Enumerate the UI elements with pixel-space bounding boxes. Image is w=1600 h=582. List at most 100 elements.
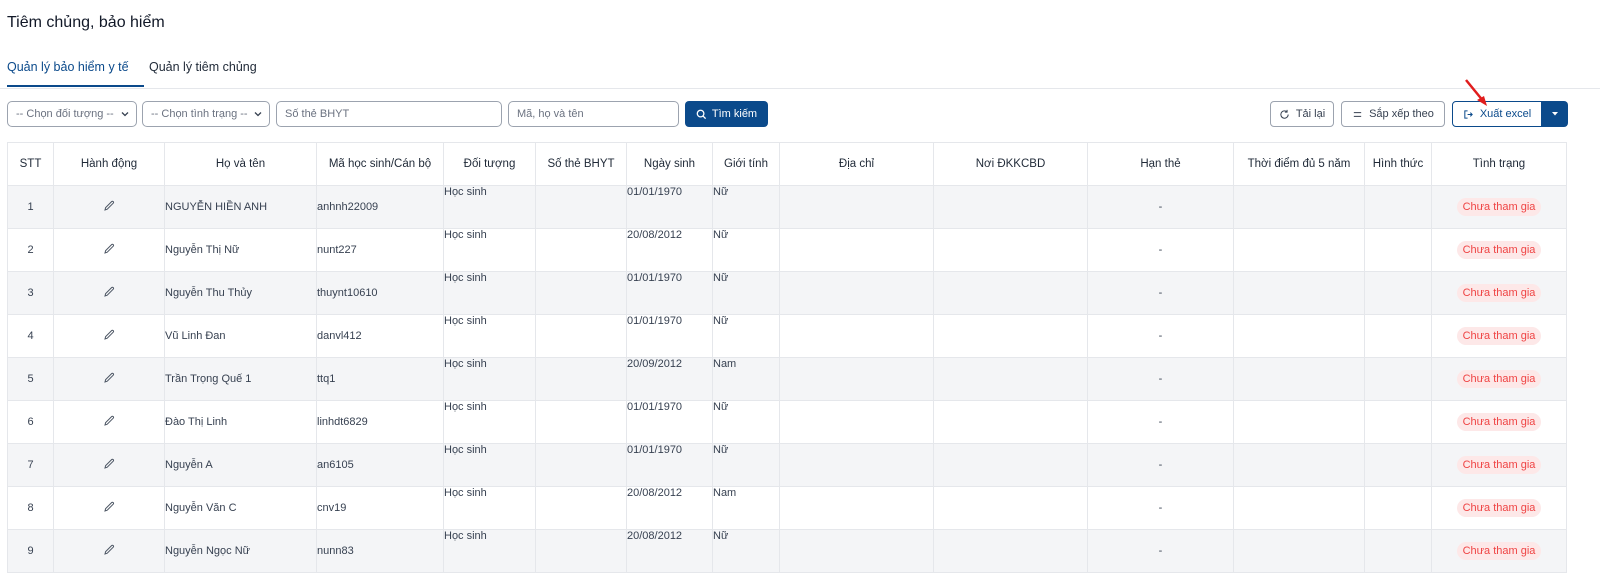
status-badge: Chưa tham gia xyxy=(1456,241,1542,259)
cell-status: Chưa tham gia xyxy=(1431,314,1567,358)
name-code-input[interactable]: Mã, họ và tên xyxy=(508,101,679,127)
cell-gender: Nữ xyxy=(712,400,780,444)
cell-stt: 6 xyxy=(7,400,54,444)
cell-status: Chưa tham gia xyxy=(1431,443,1567,487)
cell-registration-place xyxy=(933,314,1088,358)
cell-dob: 20/09/2012 xyxy=(626,357,713,401)
cell-registration-place xyxy=(933,185,1088,229)
edit-pencil-icon[interactable] xyxy=(102,199,116,213)
cell-code: nunt227 xyxy=(316,228,444,272)
column-header[interactable]: Họ và tên xyxy=(164,142,317,186)
cell-subject: Học sinh xyxy=(443,400,536,444)
edit-pencil-icon[interactable] xyxy=(102,457,116,471)
cell-form xyxy=(1364,271,1432,315)
cell-form xyxy=(1364,228,1432,272)
cell-form xyxy=(1364,357,1432,401)
subject-select[interactable]: -- Chọn đối tượng -- xyxy=(7,101,137,127)
table-row: 3 Nguyễn Thu Thủy thuynt10610 Học sinh 01/01… xyxy=(7,271,1567,315)
edit-pencil-icon[interactable] xyxy=(102,328,116,342)
cell-action xyxy=(53,357,165,401)
status-select-value: -- Chọn tình trạng -- xyxy=(151,108,248,120)
column-header[interactable]: Nơi ĐKKCBD xyxy=(933,142,1088,186)
cell-expiry: - xyxy=(1087,529,1234,573)
cell-status: Chưa tham gia xyxy=(1431,185,1567,229)
edit-pencil-icon[interactable] xyxy=(102,414,116,428)
cell-registration-place xyxy=(933,271,1088,315)
cell-gender: Nữ xyxy=(712,314,780,358)
cell-card-number xyxy=(535,400,627,444)
cell-stt: 2 xyxy=(7,228,54,272)
reload-button[interactable]: Tải lại xyxy=(1270,101,1334,127)
cell-five-years xyxy=(1233,443,1365,487)
table-row: 2 Nguyễn Thị Nữ nunt227 Học sinh 20/08/2012 N… xyxy=(7,228,1567,272)
cell-dob: 01/01/1970 xyxy=(626,443,713,487)
chevron-down-icon xyxy=(121,112,129,117)
cell-five-years xyxy=(1233,357,1365,401)
cell-code: ttq1 xyxy=(316,357,444,401)
column-header[interactable]: Đối tượng xyxy=(443,142,536,186)
column-header[interactable]: STT xyxy=(7,142,54,186)
edit-pencil-icon[interactable] xyxy=(102,242,116,256)
search-icon xyxy=(696,109,706,119)
column-header[interactable]: Địa chỉ xyxy=(779,142,934,186)
status-select[interactable]: -- Chọn tình trạng -- xyxy=(142,101,270,127)
insurance-table: STT Hành động Họ và tên Mã học sinh/Cán … xyxy=(7,142,1567,573)
edit-pencil-icon[interactable] xyxy=(102,285,116,299)
cell-card-number xyxy=(535,271,627,315)
edit-pencil-icon[interactable] xyxy=(102,500,116,514)
table-row: 5 Trần Trọng Quế 1 ttq1 Học sinh 20/09/2012 N… xyxy=(7,357,1567,401)
status-badge: Chưa tham gia xyxy=(1456,413,1542,431)
table-row: 1 NGUYỄN HIỀN ANH anhnh22009 Học sinh 01/01/… xyxy=(7,185,1567,229)
cell-address xyxy=(779,314,934,358)
cell-action xyxy=(53,400,165,444)
column-header[interactable]: Hạn thẻ xyxy=(1087,142,1234,186)
column-header[interactable]: Ngày sinh xyxy=(626,142,713,186)
edit-pencil-icon[interactable] xyxy=(102,371,116,385)
column-header[interactable]: Số thẻ BHYT xyxy=(535,142,627,186)
export-options-dropdown[interactable] xyxy=(1542,101,1568,127)
cell-code: nunn83 xyxy=(316,529,444,573)
cell-form xyxy=(1364,185,1432,229)
column-header[interactable]: Mã học sinh/Cán bộ xyxy=(316,142,444,186)
sort-button[interactable]: Sắp xếp theo xyxy=(1341,101,1445,127)
cell-stt: 4 xyxy=(7,314,54,358)
cell-name: NGUYỄN HIỀN ANH xyxy=(164,185,317,229)
cell-address xyxy=(779,443,934,487)
tab-health-insurance[interactable]: Quản lý bảo hiểm y tế xyxy=(7,60,129,74)
table-row: 6 Đào Thị Linh linhdt6829 Học sinh 01/01/197… xyxy=(7,400,1567,444)
export-icon xyxy=(1464,109,1473,119)
cell-name: Vũ Linh Đan xyxy=(164,314,317,358)
cell-dob: 01/01/1970 xyxy=(626,271,713,315)
edit-pencil-icon[interactable] xyxy=(102,543,116,557)
search-button[interactable]: Tìm kiếm xyxy=(685,101,768,127)
cell-status: Chưa tham gia xyxy=(1431,486,1567,530)
tab-vaccination[interactable]: Quản lý tiêm chủng xyxy=(149,60,257,74)
cell-name: Nguyễn Ngọc Nữ xyxy=(164,529,317,573)
column-header[interactable]: Hành động xyxy=(53,142,165,186)
cell-expiry: - xyxy=(1087,443,1234,487)
cell-form xyxy=(1364,443,1432,487)
sort-lines-icon xyxy=(1353,111,1362,117)
cell-expiry: - xyxy=(1087,486,1234,530)
chevron-down-icon xyxy=(254,112,262,117)
column-header[interactable]: Hình thức xyxy=(1364,142,1432,186)
card-number-input[interactable]: Số thẻ BHYT xyxy=(276,101,502,127)
cell-card-number xyxy=(535,529,627,573)
cell-subject: Học sinh xyxy=(443,228,536,272)
cell-address xyxy=(779,357,934,401)
column-header[interactable]: Thời điểm đủ 5 năm xyxy=(1233,142,1365,186)
table-header-row: STT Hành động Họ và tên Mã học sinh/Cán … xyxy=(7,142,1567,186)
cell-registration-place xyxy=(933,443,1088,487)
cell-code: linhdt6829 xyxy=(316,400,444,444)
column-header[interactable]: Giới tính xyxy=(712,142,780,186)
column-header[interactable]: Tình trạng xyxy=(1431,142,1567,186)
status-badge: Chưa tham gia xyxy=(1456,284,1542,302)
cell-gender: Nữ xyxy=(712,228,780,272)
cell-form xyxy=(1364,314,1432,358)
cell-gender: Nữ xyxy=(712,185,780,229)
table-row: 8 Nguyễn Văn Ccnv19 Học sinh 20/08/2012 Nam -… xyxy=(7,486,1567,530)
cell-subject: Học sinh xyxy=(443,529,536,573)
cell-dob: 20/08/2012 xyxy=(626,529,713,573)
cell-expiry: - xyxy=(1087,271,1234,315)
table-row: 9 Nguyễn Ngọc Nữ nunn83 Học sinh 20/08/2012 N… xyxy=(7,529,1567,573)
